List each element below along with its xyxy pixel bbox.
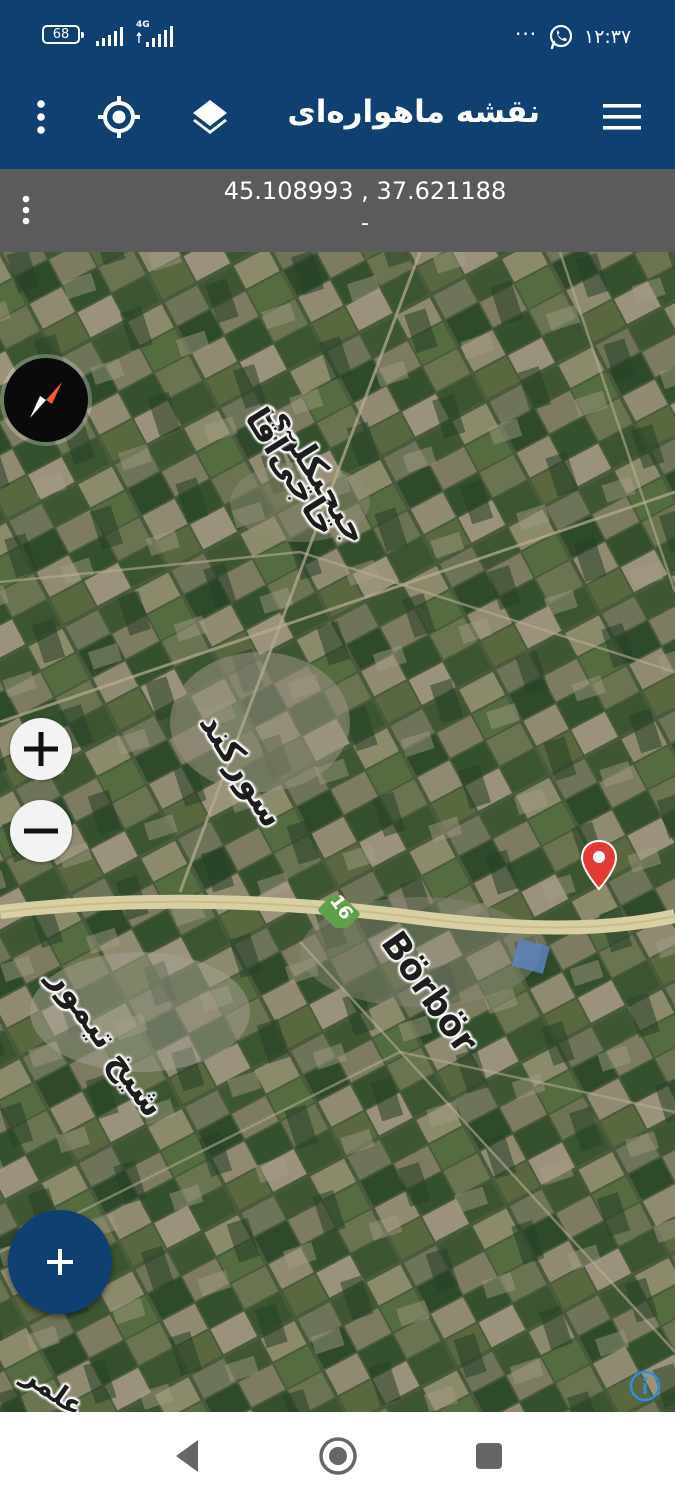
clock: ۱۲:۳۷ [584,26,632,48]
zoom-out-button[interactable] [10,800,72,862]
coordinates-address: - [361,211,369,236]
status-bar: 68 4G ··· ۱۲:۳۷ [0,0,675,66]
battery-indicator: 68 [42,25,84,44]
back-icon[interactable] [170,1436,204,1476]
system-navigation-bar [0,1412,675,1500]
more-vert-icon[interactable] [30,98,52,136]
zoom-in-button[interactable] [10,718,72,780]
layers-icon[interactable] [190,97,230,137]
page-title: نقشه ماهواره‌ای [287,94,540,130]
add-fab-button[interactable] [8,1210,112,1314]
plus-icon [47,1249,73,1275]
minus-icon [24,828,58,834]
compass-icon [30,382,62,418]
app-bar: نقشه ماهواره‌ای [0,66,675,169]
recents-icon[interactable] [474,1441,504,1471]
coordinates-bar: 45.108993 , 37.621188 - [0,169,675,252]
home-icon[interactable] [318,1436,358,1476]
my-location-icon[interactable] [96,94,142,140]
whatsapp-icon [549,24,573,50]
location-pin-icon[interactable] [580,839,618,891]
menu-icon[interactable] [603,103,641,131]
compass-button[interactable] [4,358,88,442]
satellite-map[interactable]: جیجیکلوی حاجی‌آقا سورکند شیخ تیمور Börbö… [0,252,675,1412]
signal-4g-icon [136,26,173,47]
coordinates-value[interactable]: 45.108993 , 37.621188 [0,177,675,205]
info-icon[interactable] [628,1369,662,1403]
signal-icon [96,27,123,46]
plus-icon [24,732,58,766]
more-notifications-indicator: ··· [515,22,538,46]
